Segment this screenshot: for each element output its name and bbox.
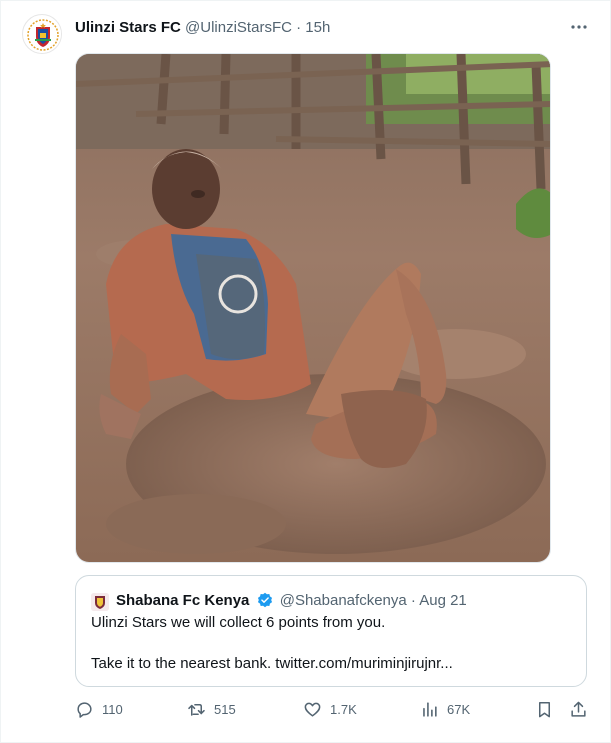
author-handle[interactable]: @UlinziStarsFC xyxy=(185,19,292,36)
author-avatar[interactable] xyxy=(22,14,62,54)
bookmark-button[interactable] xyxy=(535,697,554,721)
views-button[interactable]: 67K xyxy=(420,697,470,721)
tweet-media-photo[interactable] xyxy=(75,53,551,563)
quoted-author-avatar[interactable] xyxy=(91,593,109,611)
more-dots-icon xyxy=(571,25,587,29)
more-options-button[interactable] xyxy=(567,17,591,39)
author-name[interactable]: Ulinzi Stars FC xyxy=(75,19,181,36)
heart-icon xyxy=(304,702,321,717)
club-crest-icon xyxy=(24,16,61,53)
reply-count: 110 xyxy=(102,701,123,717)
tweet-timestamp[interactable]: 15h xyxy=(305,19,330,36)
tweet-header: Ulinzi Stars FC @UlinziStarsFC · 15h xyxy=(75,18,330,38)
quoted-separator: · xyxy=(410,592,416,609)
like-count: 1.7K xyxy=(330,701,357,717)
quoted-tweet[interactable]: Shabana Fc Kenya @Shabanafckenya · Aug 2… xyxy=(75,575,587,687)
quoted-date[interactable]: Aug 21 xyxy=(419,592,467,609)
share-icon xyxy=(571,701,586,717)
views-chart-icon xyxy=(423,701,437,717)
tweet-action-bar: 110 515 1.7K 67K xyxy=(75,697,591,721)
tweet[interactable]: Ulinzi Stars FC @UlinziStarsFC · 15h Sha… xyxy=(0,0,611,743)
reply-icon xyxy=(77,701,92,718)
quoted-tweet-header: Shabana Fc Kenya @Shabanafckenya · Aug 2… xyxy=(116,591,467,611)
like-button[interactable]: 1.7K xyxy=(303,697,357,721)
retweet-button[interactable]: 515 xyxy=(187,697,236,721)
views-count: 67K xyxy=(447,701,471,717)
reply-button[interactable]: 110 xyxy=(75,697,123,721)
mud-photo-illustration xyxy=(76,54,550,562)
quoted-author-handle[interactable]: @Shabanafckenya xyxy=(280,592,407,609)
shabana-crest-icon xyxy=(91,593,109,611)
bookmark-icon xyxy=(538,701,551,717)
verified-badge-icon xyxy=(257,592,272,608)
quoted-text-line-1: Ulinzi Stars we will collect 6 points fr… xyxy=(91,614,386,631)
quoted-text-line-2: Take it to the nearest bank. twitter.com… xyxy=(91,655,453,672)
retweet-icon xyxy=(188,703,205,716)
header-separator: · xyxy=(296,19,302,36)
share-button[interactable] xyxy=(569,697,588,721)
quoted-author-name[interactable]: Shabana Fc Kenya xyxy=(116,592,249,609)
retweet-count: 515 xyxy=(214,701,236,717)
